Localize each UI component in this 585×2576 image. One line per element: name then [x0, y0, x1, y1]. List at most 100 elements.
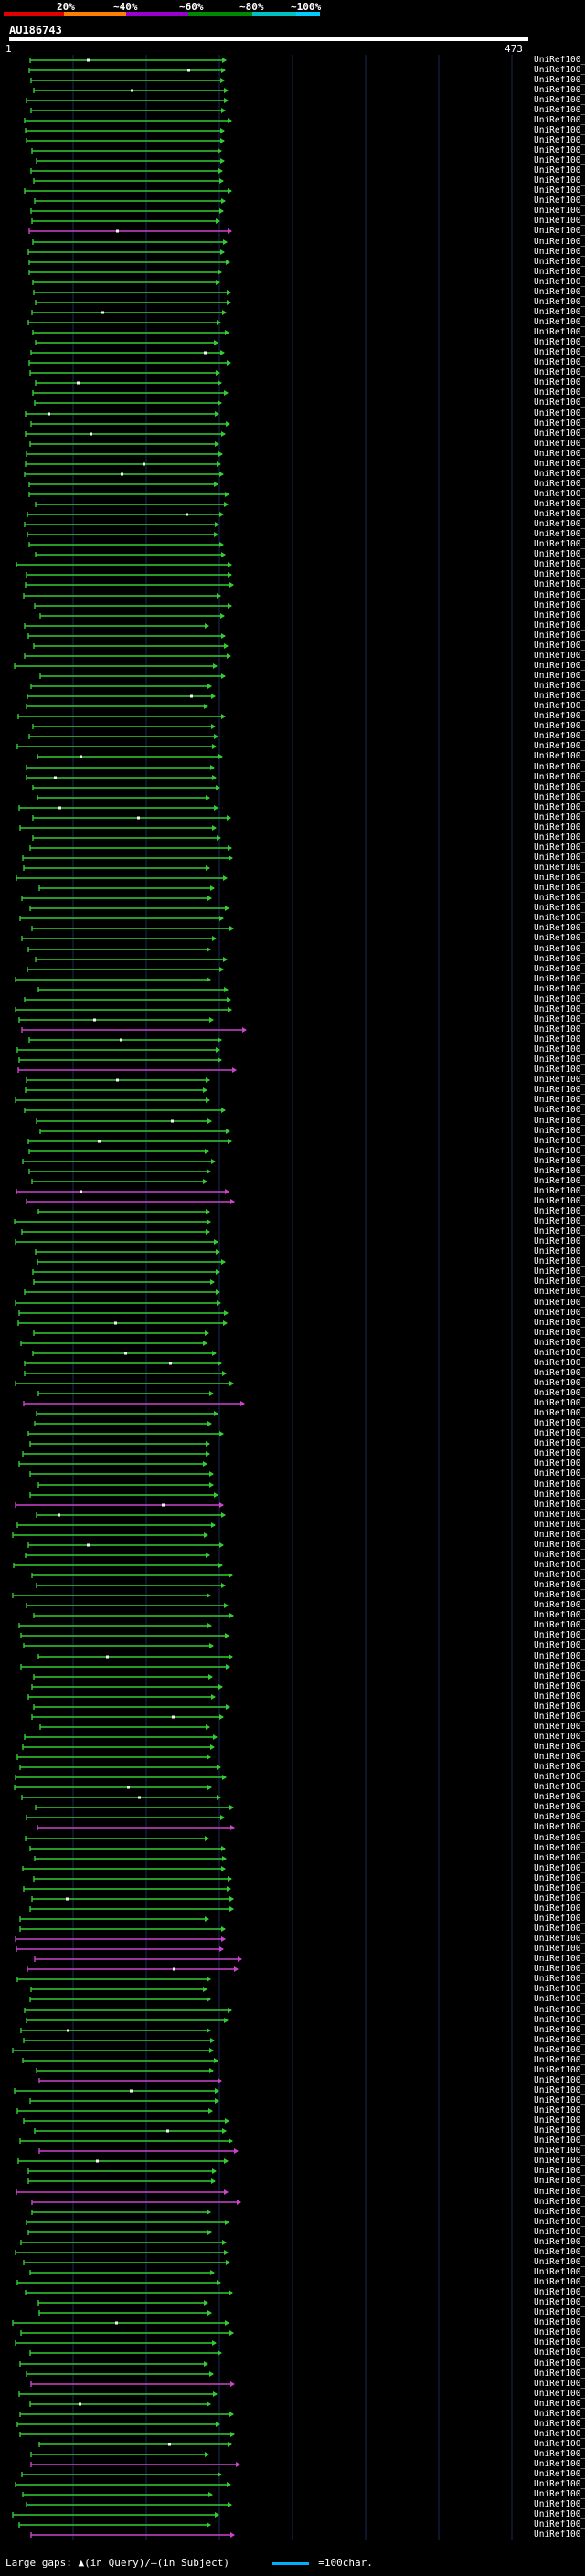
- hit-label[interactable]: UniRef100_Q4DNW7: [534, 1955, 585, 1964]
- hit-row[interactable]: [35, 1805, 234, 1810]
- hit-label[interactable]: UniRef100_UP1000..: [534, 995, 585, 1004]
- hit-label[interactable]: UniRef100_Q813Q0: [534, 2510, 585, 2519]
- hit-label[interactable]: UniRef100_Q9NTV2: [534, 631, 585, 641]
- hit-label[interactable]: UniRef100_B4PENM: [534, 1743, 585, 1752]
- hit-label[interactable]: UniRef100_UP1000..: [534, 480, 585, 489]
- hit-label[interactable]: UniRef100_Q0VMH5: [534, 2228, 585, 2237]
- hit-row[interactable]: [22, 2058, 218, 2063]
- hit-row[interactable]: [25, 1836, 209, 1841]
- hit-label[interactable]: UniRef100_Q4W316: [534, 1480, 585, 1489]
- hit-row[interactable]: [27, 2168, 217, 2174]
- hit-label[interactable]: UniRef100_UP1000..: [534, 429, 585, 439]
- hit-row[interactable]: [30, 350, 225, 355]
- hit-label[interactable]: UniRef100_B3KR84: [534, 914, 585, 923]
- hit-row[interactable]: [23, 2260, 230, 2265]
- hit-row[interactable]: [20, 1664, 230, 1670]
- hit-label[interactable]: UniRef100_Q8LZ33: [534, 2268, 585, 2277]
- hit-label[interactable]: UniRef100_Q0SZT5: [534, 540, 585, 549]
- hit-row[interactable]: [35, 300, 231, 305]
- hit-label[interactable]: UniRef100_UP1000..: [534, 1267, 585, 1277]
- hit-label[interactable]: UniRef100_C5J9Y4: [534, 2430, 585, 2439]
- hit-label[interactable]: UniRef100_A0Y519: [534, 1965, 585, 1974]
- hit-row[interactable]: [21, 1027, 247, 1033]
- hit-row[interactable]: [19, 2412, 234, 2417]
- hit-row[interactable]: [33, 1613, 234, 1618]
- hit-row[interactable]: [32, 815, 231, 821]
- hit-label[interactable]: UniRef100_A1CCD0: [534, 1359, 585, 1368]
- hit-label[interactable]: UniRef100_A4H5Y5: [534, 1541, 585, 1550]
- hit-label[interactable]: UniRef100_A0Y9F7: [534, 1935, 585, 1944]
- hit-label[interactable]: UniRef100_B4VRV7: [534, 1985, 585, 1994]
- hit-label[interactable]: UniRef100_UP1000..: [534, 2106, 585, 2115]
- hit-label[interactable]: UniRef100_Q3VU53: [534, 1924, 585, 1934]
- hit-label[interactable]: UniRef100_UP1000..: [534, 803, 585, 812]
- hit-label[interactable]: UniRef100_Q8YUK8: [534, 1429, 585, 1438]
- hit-label[interactable]: UniRef100_A8N5Q4: [534, 1854, 585, 1863]
- hit-row[interactable]: [30, 2452, 209, 2457]
- hit-row[interactable]: [30, 168, 223, 174]
- hit-row[interactable]: [15, 1502, 224, 1508]
- hit-label[interactable]: UniRef100_C4JUV6: [534, 1379, 585, 1388]
- hit-row[interactable]: [33, 1704, 230, 1710]
- hit-label[interactable]: UniRef100_UP1000..: [534, 550, 585, 559]
- hit-row[interactable]: [23, 2038, 215, 2043]
- hit-row[interactable]: [29, 1471, 214, 1477]
- hit-label[interactable]: UniRef100_C4QHF9: [534, 1419, 585, 1428]
- hit-row[interactable]: [29, 441, 219, 447]
- hit-row[interactable]: [18, 1461, 207, 1467]
- hit-label[interactable]: UniRef100_UP1000..: [534, 1257, 585, 1267]
- hit-label[interactable]: UniRef100_A6RP44: [534, 1369, 585, 1378]
- hit-row[interactable]: [19, 1926, 226, 1932]
- hit-row[interactable]: [14, 1219, 211, 1224]
- hit-row[interactable]: [34, 1956, 242, 1962]
- hit-label[interactable]: UniRef100_B0YA11: [534, 2036, 585, 2045]
- hit-row[interactable]: [37, 1209, 210, 1214]
- hit-row[interactable]: [23, 2118, 229, 2124]
- hit-label[interactable]: UniRef100_Q1YUU8: [534, 2066, 585, 2075]
- hit-row[interactable]: [19, 825, 217, 831]
- hit-row[interactable]: [31, 926, 234, 931]
- hit-label[interactable]: UniRef100_C5N9G4: [534, 773, 585, 782]
- hit-row[interactable]: [15, 1300, 221, 1306]
- hit-row[interactable]: [24, 1108, 226, 1113]
- hit-label[interactable]: UniRef100_UP1000..: [534, 1277, 585, 1287]
- hit-label[interactable]: UniRef100_UP1000..: [534, 2208, 585, 2217]
- hit-row[interactable]: [35, 1249, 220, 1255]
- hit-row[interactable]: [32, 785, 220, 790]
- hit-row[interactable]: [19, 2432, 235, 2437]
- hit-row[interactable]: [17, 1067, 237, 1073]
- hit-row[interactable]: [13, 1563, 223, 1568]
- hit-row[interactable]: [16, 1946, 224, 1952]
- hit-label[interactable]: UniRef100_A4R7G1: [534, 2328, 585, 2337]
- hit-label[interactable]: UniRef100_Q4QH82: [534, 1692, 585, 1701]
- hit-label[interactable]: UniRef100_B4IYX6: [534, 1793, 585, 1802]
- hit-label[interactable]: UniRef100_UP1000..: [534, 1299, 585, 1308]
- hit-row[interactable]: [28, 270, 222, 275]
- hit-row[interactable]: [34, 1421, 212, 1426]
- hit-label[interactable]: UniRef100_UP1000..: [534, 1288, 585, 1297]
- hit-label[interactable]: UniRef100_B0UU16: [534, 955, 585, 964]
- hit-row[interactable]: [37, 1482, 214, 1488]
- hit-label[interactable]: UniRef100_UP1000..: [534, 1076, 585, 1085]
- hit-row[interactable]: [17, 2158, 229, 2164]
- hit-row[interactable]: [36, 2068, 214, 2073]
- hit-row[interactable]: [26, 98, 229, 103]
- hit-row[interactable]: [27, 1542, 224, 1548]
- hit-row[interactable]: [20, 2240, 227, 2245]
- hit-row[interactable]: [33, 1876, 232, 1882]
- hit-label[interactable]: UniRef100_C5PE60: [534, 1631, 585, 1640]
- hit-row[interactable]: [37, 987, 229, 992]
- hit-label[interactable]: UniRef100_Q4R5N1: [534, 1106, 585, 1115]
- hit-row[interactable]: [27, 2230, 212, 2235]
- hit-row[interactable]: [15, 1775, 227, 1780]
- hit-row[interactable]: [33, 643, 229, 649]
- hit-row[interactable]: [29, 845, 232, 851]
- hit-row[interactable]: [22, 1159, 216, 1164]
- hit-row[interactable]: [27, 947, 211, 952]
- hit-label[interactable]: UniRef100_B2J1N2: [534, 1177, 585, 1186]
- hit-row[interactable]: [26, 1815, 225, 1820]
- hit-row[interactable]: [18, 1310, 229, 1316]
- hit-row[interactable]: [36, 1583, 226, 1588]
- hit-label[interactable]: UniRef100_A6R9X6: [534, 1389, 585, 1398]
- hit-label[interactable]: UniRef100_UP1006..: [534, 530, 585, 539]
